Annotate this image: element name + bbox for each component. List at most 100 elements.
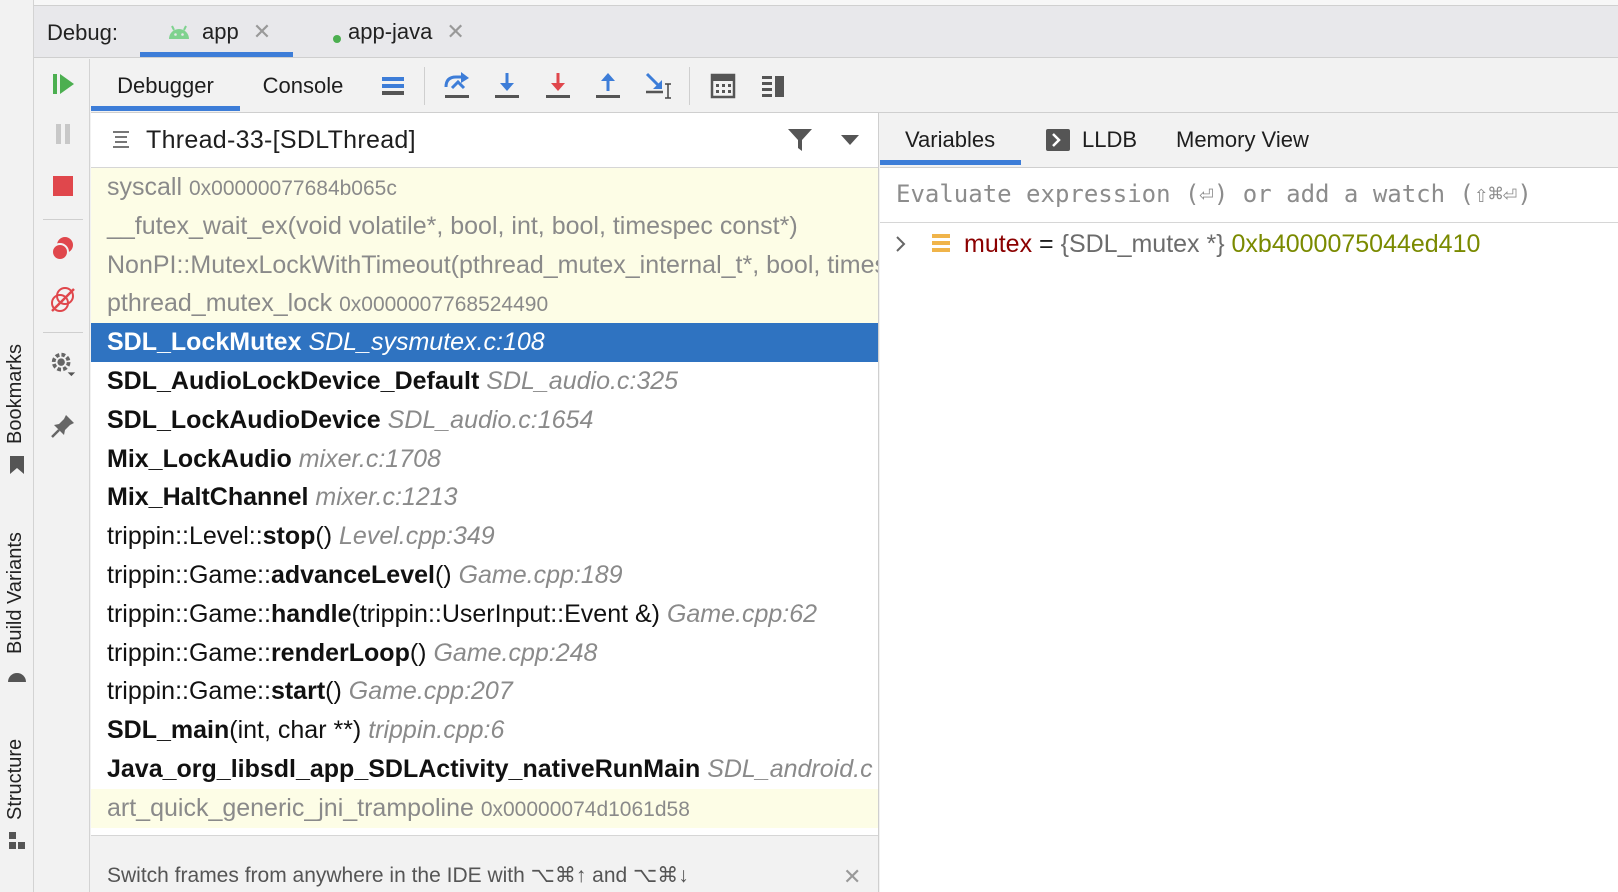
variables-panel: Variables LLDB Memory View mutex = {SDL_…	[880, 113, 1618, 892]
frame-function: start	[270, 677, 326, 706]
variable-equals: =	[1032, 230, 1061, 258]
step-into-button[interactable]	[490, 69, 524, 103]
frame-location: Game.cpp:207	[348, 677, 513, 706]
frame-row[interactable]: trippin::Game::start() Game.cpp:207	[91, 672, 878, 712]
frame-row[interactable]: Java_org_libsdl_app_SDLActivity_nativeRu…	[91, 750, 878, 789]
step-out-button[interactable]	[591, 69, 625, 103]
frame-row-selected[interactable]: SDL_LockMutex SDL_sysmutex.c:108	[91, 323, 878, 363]
frame-row[interactable]: SDL_LockAudioDevice SDL_audio.c:1654	[91, 400, 878, 440]
show-execution-point-button[interactable]	[376, 69, 410, 103]
frame-location: SDL_sysmutex.c:108	[308, 328, 545, 357]
frame-location: SDL_android.c	[707, 755, 873, 783]
frame-row[interactable]: Mix_HaltChannel mixer.c:1213	[91, 478, 878, 518]
close-tab-app-icon[interactable]: ✕	[253, 19, 271, 45]
close-hint-icon[interactable]: ✕	[843, 864, 861, 890]
left-tool-strip: Bookmarks Build Variants Structure	[0, 0, 34, 892]
view-breakpoints-button[interactable]	[49, 235, 77, 263]
bookmarks-tab[interactable]: Bookmarks	[4, 344, 27, 444]
frame-row[interactable]: Mix_LockAudio mixer.c:1708	[91, 439, 878, 479]
frame-row[interactable]: trippin::Level::stop() Level.cpp:349	[91, 517, 878, 557]
run-tab-app-java[interactable]: app-java ✕	[332, 6, 465, 58]
frame-text: art_quick_generic_jni_trampoline	[107, 793, 481, 822]
frame-text: (int, char **)	[229, 716, 369, 745]
pin-tab-button[interactable]	[49, 412, 77, 440]
variable-row[interactable]: mutex = {SDL_mutex *} 0xb4000075044ed410	[880, 224, 1618, 264]
tab-console[interactable]: Console	[251, 59, 355, 113]
frame-address: 0x00000077684b065c	[188, 177, 397, 200]
run-tab-app[interactable]: app ✕	[166, 6, 271, 58]
tab-variables[interactable]: Variables	[905, 113, 995, 167]
tab-memory-view[interactable]: Memory View	[1176, 113, 1309, 167]
frame-function: advanceLevel	[270, 561, 435, 589]
trace-icon	[762, 76, 784, 97]
frame-function: SDL_LockMutex	[107, 328, 309, 357]
close-tab-app-java-icon[interactable]: ✕	[446, 19, 464, 45]
view-breakpoints-icon	[51, 237, 73, 261]
force-step-into-icon	[546, 73, 570, 98]
tab-debugger[interactable]: Debugger	[91, 59, 240, 113]
structure-tab[interactable]: Structure	[4, 739, 27, 820]
evaluate-expression-input[interactable]	[880, 168, 1618, 220]
frame-row[interactable]: SDL_AudioLockDevice_Default SDL_audio.c:…	[91, 362, 878, 401]
evaluate-expression-button[interactable]	[706, 69, 740, 103]
frame-row[interactable]: trippin::Game::advanceLevel() Game.cpp:1…	[91, 556, 878, 595]
frame-text: trippin::Game::	[107, 561, 271, 589]
frame-row[interactable]: NonPI::MutexLockWithTimeout(pthread_mute…	[91, 245, 878, 285]
resume-icon	[53, 74, 74, 94]
step-over-button[interactable]	[440, 69, 474, 103]
variable-text: mutex = {SDL_mutex *} 0xb4000075044ed410	[964, 224, 1480, 264]
expand-chevron-icon[interactable]	[894, 235, 908, 253]
hint-bar: Switch frames from anywhere in the IDE w…	[91, 835, 878, 892]
run-tab-app-label: app	[202, 19, 239, 44]
step-out-icon	[596, 73, 620, 98]
frame-row[interactable]: art_quick_generic_jni_trampoline 0x00000…	[91, 788, 878, 828]
frame-row[interactable]: trippin::Game::handle(trippin::UserInput…	[91, 594, 878, 634]
pause-program-button[interactable]	[49, 120, 77, 148]
thread-selector[interactable]: Thread-33-[SDLThread]	[91, 113, 878, 168]
variable-field-icon	[932, 234, 950, 252]
frame-location: Game.cpp:248	[433, 638, 598, 667]
stop-icon	[53, 176, 73, 196]
frame-row[interactable]: __futex_wait_ex(void volatile*, bool, in…	[91, 206, 878, 246]
build-variants-tab[interactable]: Build Variants	[4, 532, 27, 654]
run-to-cursor-button[interactable]	[642, 69, 676, 103]
frame-text: syscall	[107, 173, 189, 201]
frame-location: mixer.c:1708	[298, 444, 441, 473]
debug-actions-toolbar	[35, 59, 90, 892]
frame-text: trippin::Game::	[107, 599, 271, 628]
resume-program-button[interactable]	[49, 70, 77, 98]
filter-icon[interactable]	[787, 127, 813, 153]
mute-breakpoints-button[interactable]	[49, 286, 77, 314]
frame-text: ()	[325, 677, 349, 706]
frame-location: SDL_audio.c:325	[486, 367, 679, 395]
hint-text: Switch frames from anywhere in the IDE w…	[107, 864, 689, 887]
thread-icon	[113, 131, 129, 148]
stop-button[interactable]	[49, 172, 77, 200]
frame-text: ()	[315, 522, 340, 551]
frame-text: __futex_wait_ex(void volatile*, bool, in…	[107, 211, 798, 240]
chevron-down-icon[interactable]	[841, 135, 859, 147]
frame-row[interactable]: trippin::Game::renderLoop() Game.cpp:248	[91, 633, 878, 673]
frame-location: Game.cpp:62	[666, 599, 818, 628]
evaluate-expression-bar	[880, 168, 1618, 223]
trace-button[interactable]	[756, 69, 790, 103]
run-to-cursor-icon	[645, 72, 671, 99]
frame-function: SDL_AudioLockDevice_Default	[107, 367, 487, 395]
debugger-toolbar: Debugger Console	[91, 59, 1618, 113]
frame-row[interactable]: SDL_main(int, char **) trippin.cpp:6	[91, 711, 878, 751]
frame-row[interactable]: syscall 0x00000077684b065c	[91, 168, 878, 207]
run-tab-app-java-label: app-java	[348, 19, 433, 44]
android-build-icon	[8, 673, 26, 682]
frame-text: (trippin::UserInput::Event &)	[351, 599, 667, 628]
frame-text: NonPI::MutexLockWithTimeout(pthread_mute…	[107, 250, 878, 279]
frame-text: pthread_mutex_lock	[107, 289, 340, 318]
frame-function: SDL_LockAudioDevice	[107, 405, 388, 434]
frame-function: handle	[270, 599, 352, 628]
frame-row[interactable]: pthread_mutex_lock 0x0000007768524490	[91, 284, 878, 324]
frame-text: ()	[409, 638, 434, 667]
structure-icon	[9, 832, 25, 849]
force-step-into-button[interactable]	[541, 69, 575, 103]
tab-lldb[interactable]: LLDB	[1046, 113, 1137, 167]
settings-button[interactable]	[49, 350, 77, 378]
evaluate-expression-icon	[710, 73, 736, 99]
